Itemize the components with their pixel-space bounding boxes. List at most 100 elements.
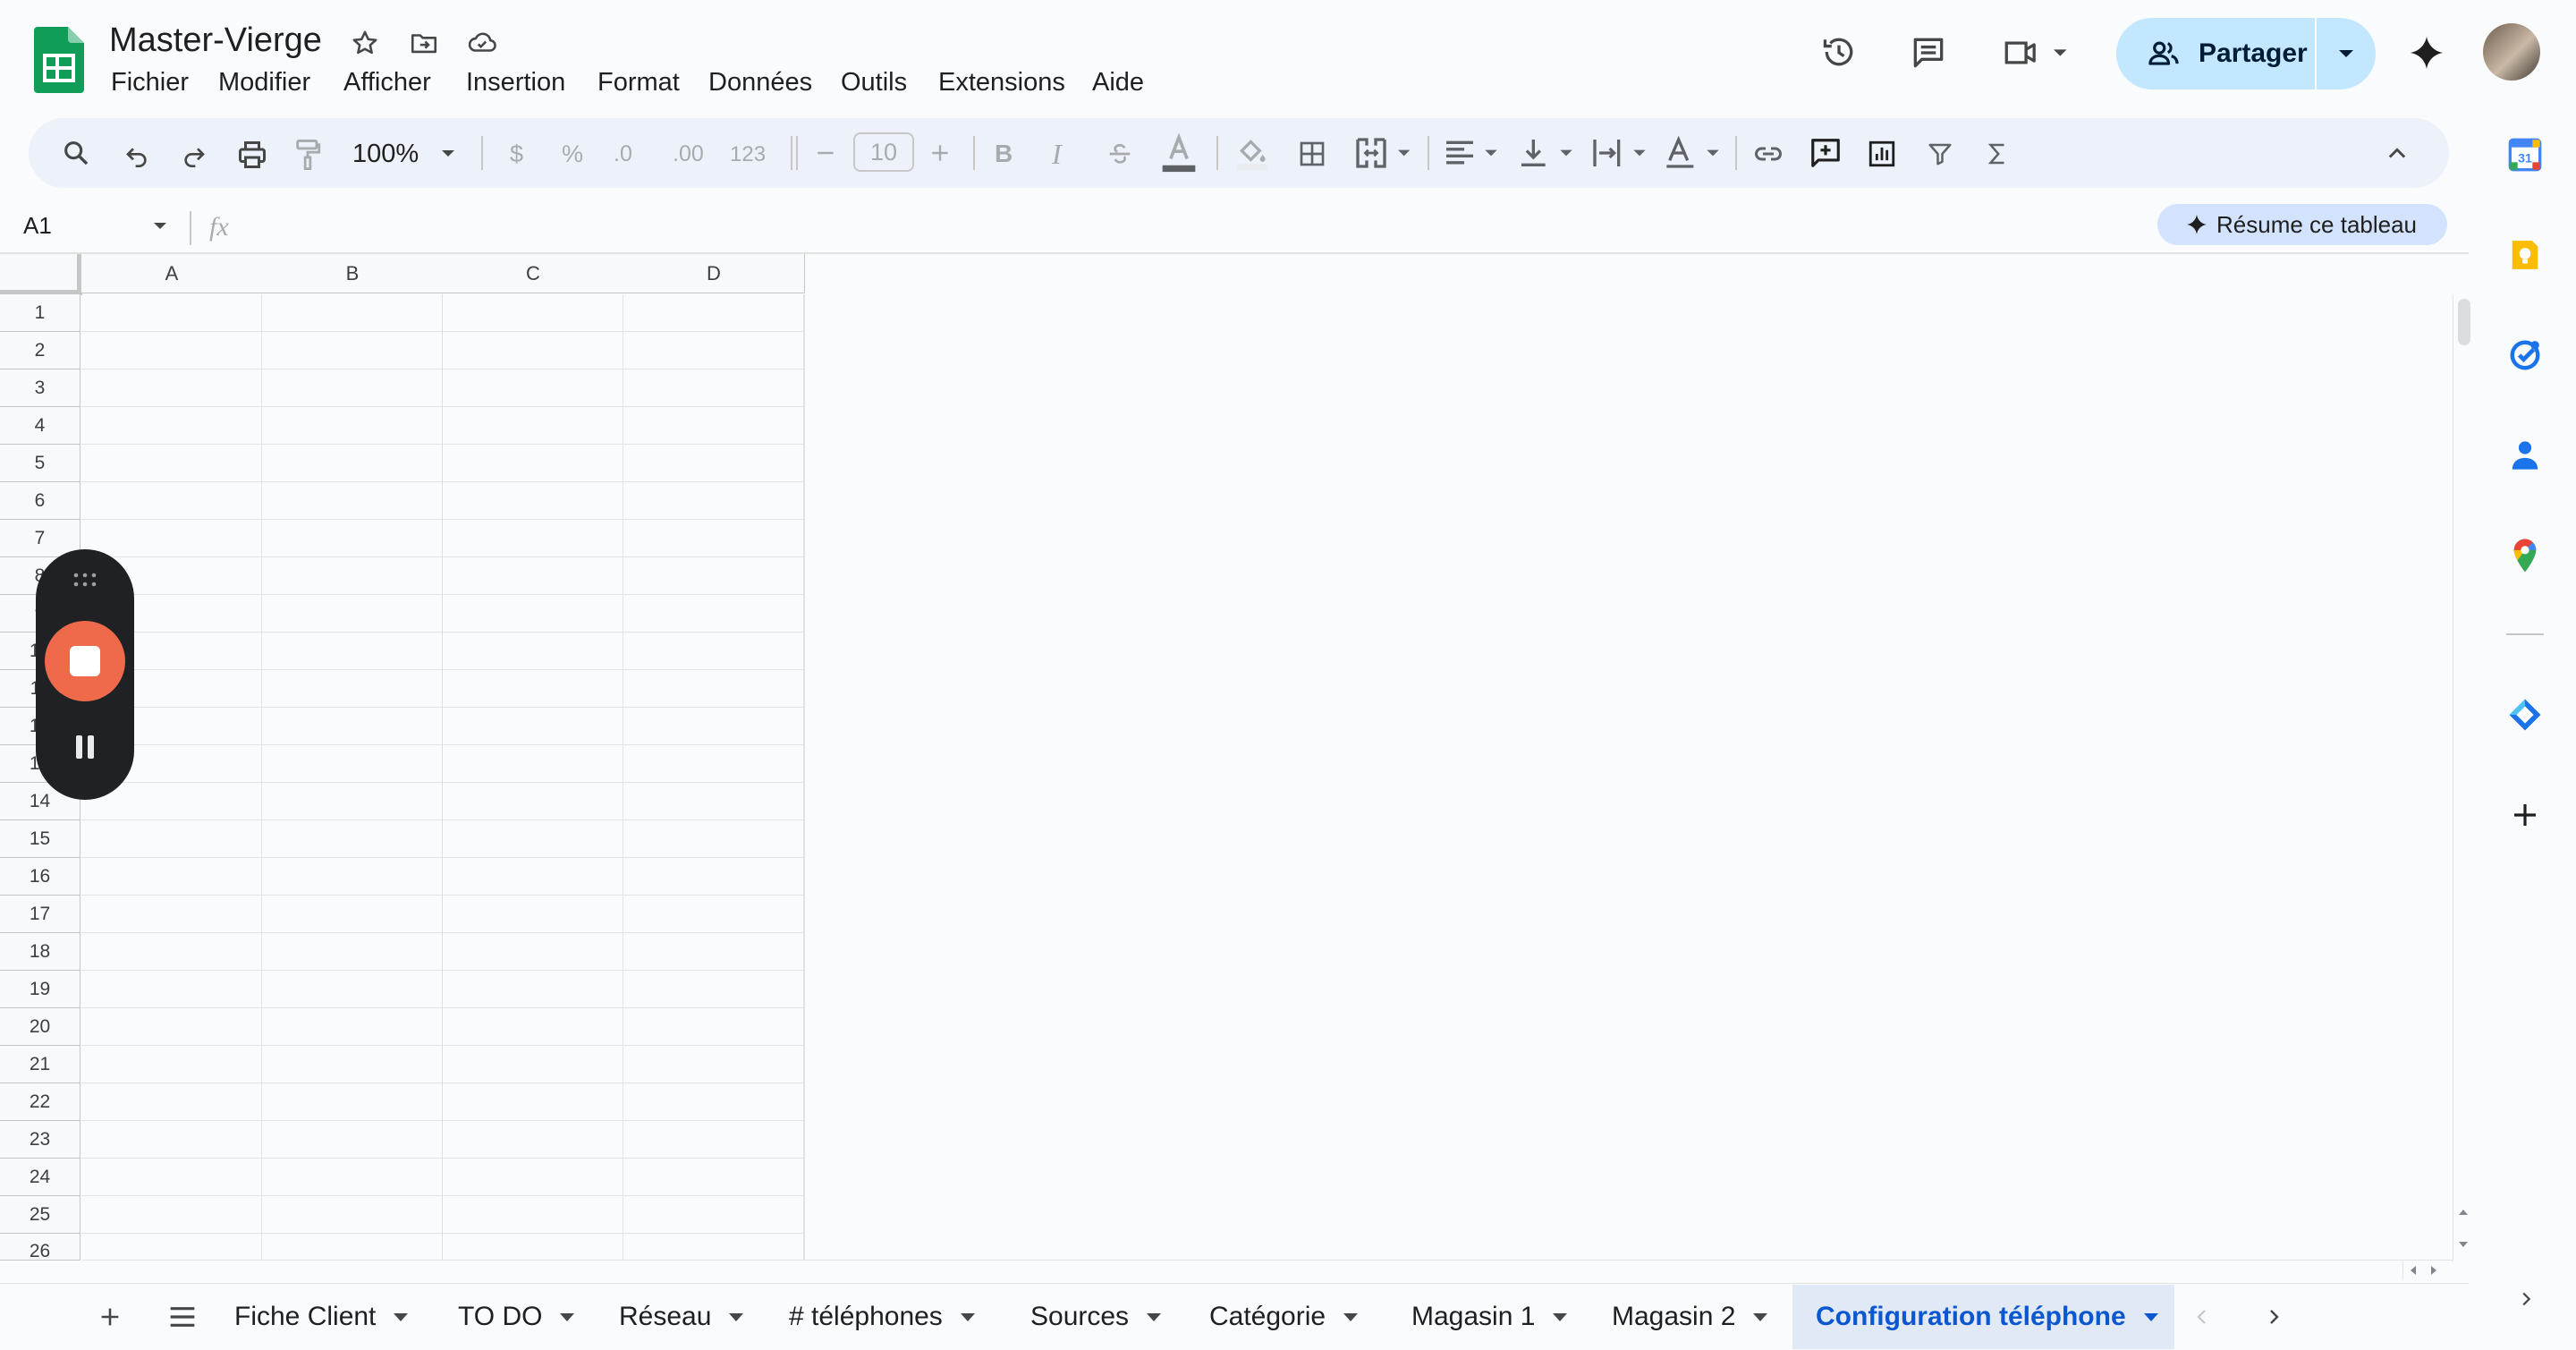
row-header[interactable]: 18 — [0, 933, 80, 971]
tab-dropdown-icon[interactable] — [1147, 1312, 1162, 1321]
increase-decimal-button[interactable]: .00 — [673, 136, 704, 172]
sheet-tab-configuration-telephone[interactable]: Configuration téléphone — [1792, 1285, 2174, 1349]
tab-dropdown-icon[interactable] — [1753, 1312, 1768, 1321]
column-header-d[interactable]: D — [623, 254, 805, 293]
fill-color-icon[interactable] — [1233, 132, 1272, 174]
row-header[interactable]: 25 — [0, 1196, 80, 1234]
text-rotation-icon[interactable] — [1664, 134, 1726, 172]
horizontal-scrollbar[interactable] — [82, 1260, 2453, 1284]
tasks-icon[interactable] — [2506, 336, 2544, 374]
insert-link-icon[interactable] — [1750, 136, 1787, 172]
menu-afficher[interactable]: Afficher — [343, 64, 431, 100]
comments-icon[interactable] — [1905, 30, 1952, 75]
menu-aide[interactable]: Aide — [1092, 64, 1144, 100]
row-header[interactable]: 20 — [0, 1008, 80, 1046]
add-sheet-icon[interactable] — [93, 1299, 127, 1335]
name-box-chevron-down-icon[interactable] — [150, 218, 170, 234]
show-side-panel-chevron-icon[interactable] — [2510, 1283, 2542, 1315]
row-header[interactable]: 1 — [0, 294, 80, 332]
name-box[interactable]: A1 — [23, 208, 52, 243]
search-menus-icon[interactable] — [57, 134, 95, 172]
tab-dropdown-icon[interactable] — [960, 1312, 975, 1321]
menu-outils[interactable]: Outils — [841, 64, 907, 100]
vertical-scrollbar[interactable] — [2453, 295, 2475, 1261]
calendar-icon[interactable]: 31 — [2506, 136, 2544, 174]
row-header[interactable]: 4 — [0, 407, 80, 445]
sheets-logo-icon[interactable] — [34, 27, 84, 93]
maps-icon[interactable] — [2506, 537, 2544, 574]
row-header[interactable]: 21 — [0, 1046, 80, 1083]
vertical-scroll-thumb[interactable] — [2458, 299, 2470, 345]
sheet-tab-reseau[interactable]: Réseau — [619, 1285, 744, 1349]
tab-dropdown-icon[interactable] — [1343, 1312, 1359, 1321]
row-header[interactable]: 19 — [0, 971, 80, 1008]
row-header[interactable]: 2 — [0, 332, 80, 369]
row-header[interactable]: 22 — [0, 1083, 80, 1121]
text-wrapping-icon[interactable] — [1590, 134, 1653, 172]
contacts-icon[interactable] — [2506, 437, 2544, 474]
scroll-right-arrow-icon[interactable] — [2424, 1261, 2444, 1279]
scroll-up-arrow-icon[interactable] — [2454, 1202, 2472, 1222]
row-header[interactable]: 5 — [0, 445, 80, 482]
increase-font-size-icon[interactable] — [925, 138, 955, 168]
paint-format-icon[interactable] — [290, 134, 326, 175]
column-header-c[interactable]: C — [443, 254, 624, 293]
row-header[interactable]: 16 — [0, 858, 80, 896]
version-history-icon[interactable] — [1816, 29, 1862, 75]
sheet-tab-sources[interactable]: Sources — [1030, 1285, 1162, 1349]
bold-button[interactable]: B — [995, 136, 1013, 172]
decrease-font-size-icon[interactable] — [810, 138, 841, 168]
scroll-left-arrow-icon[interactable] — [2402, 1261, 2423, 1279]
add-icon[interactable] — [2506, 796, 2544, 834]
sheet-tab-fiche-client[interactable]: Fiche Client — [234, 1285, 409, 1349]
star-icon[interactable] — [345, 23, 385, 63]
sheet-tab-telephones[interactable]: # téléphones — [789, 1285, 975, 1349]
share-button[interactable]: Partager — [2116, 18, 2315, 89]
menu-insertion[interactable]: Insertion — [466, 64, 565, 100]
scroll-tabs-left-icon[interactable] — [2186, 1301, 2218, 1333]
menu-modifier[interactable]: Modifier — [218, 64, 310, 100]
text-color-icon[interactable] — [1159, 132, 1199, 174]
scroll-tabs-right-icon[interactable] — [2258, 1301, 2290, 1333]
tab-dropdown-icon[interactable] — [729, 1312, 744, 1321]
horizontal-align-icon[interactable] — [1442, 134, 1504, 172]
row-header[interactable]: 15 — [0, 820, 80, 858]
tab-dropdown-icon[interactable] — [394, 1312, 409, 1321]
addon-icon[interactable] — [2506, 696, 2544, 734]
print-icon[interactable] — [233, 136, 272, 174]
row-header[interactable]: 23 — [0, 1121, 80, 1159]
tab-dropdown-icon[interactable] — [2143, 1312, 2158, 1321]
freeze-handle[interactable] — [0, 254, 82, 295]
zoom-select[interactable]: 100% — [352, 136, 419, 172]
document-title[interactable]: Master-Vierge — [109, 20, 322, 61]
menu-donnees[interactable]: Données — [708, 64, 812, 100]
all-sheets-menu-icon[interactable] — [163, 1299, 202, 1335]
collapse-menus-chevron-up-icon[interactable] — [2379, 136, 2415, 172]
user-avatar[interactable] — [2483, 23, 2540, 81]
insert-comment-icon[interactable] — [1807, 134, 1844, 172]
keep-icon[interactable] — [2506, 236, 2544, 274]
sheet-tab-magasin-1[interactable]: Magasin 1 — [1411, 1285, 1568, 1349]
currency-format-button[interactable]: $ — [510, 136, 523, 172]
sheet-tab-categorie[interactable]: Catégorie — [1209, 1285, 1359, 1349]
drag-handle-icon[interactable] — [68, 569, 102, 590]
cell-area[interactable] — [81, 294, 805, 1260]
row-header[interactable]: 24 — [0, 1159, 80, 1196]
column-header-b[interactable]: B — [262, 254, 444, 293]
gemini-sparkle-icon[interactable] — [2404, 30, 2449, 75]
undo-icon[interactable] — [118, 136, 156, 174]
decrease-decimal-button[interactable]: .0 — [614, 136, 632, 172]
italic-button[interactable]: I — [1052, 136, 1062, 172]
summarize-table-button[interactable]: Résume ce tableau — [2157, 204, 2447, 245]
percent-format-button[interactable]: % — [562, 136, 583, 172]
borders-icon[interactable] — [1293, 136, 1331, 172]
row-header[interactable]: 17 — [0, 896, 80, 933]
functions-icon[interactable] — [1980, 136, 2014, 172]
menu-format[interactable]: Format — [597, 64, 680, 100]
tab-dropdown-icon[interactable] — [1553, 1312, 1568, 1321]
font-size-field[interactable]: 10 — [853, 132, 914, 172]
menu-extensions[interactable]: Extensions — [938, 64, 1065, 100]
formula-input[interactable] — [259, 208, 2138, 247]
move-folder-icon[interactable] — [404, 23, 444, 63]
sheet-tab-to-do[interactable]: TO DO — [458, 1285, 575, 1349]
